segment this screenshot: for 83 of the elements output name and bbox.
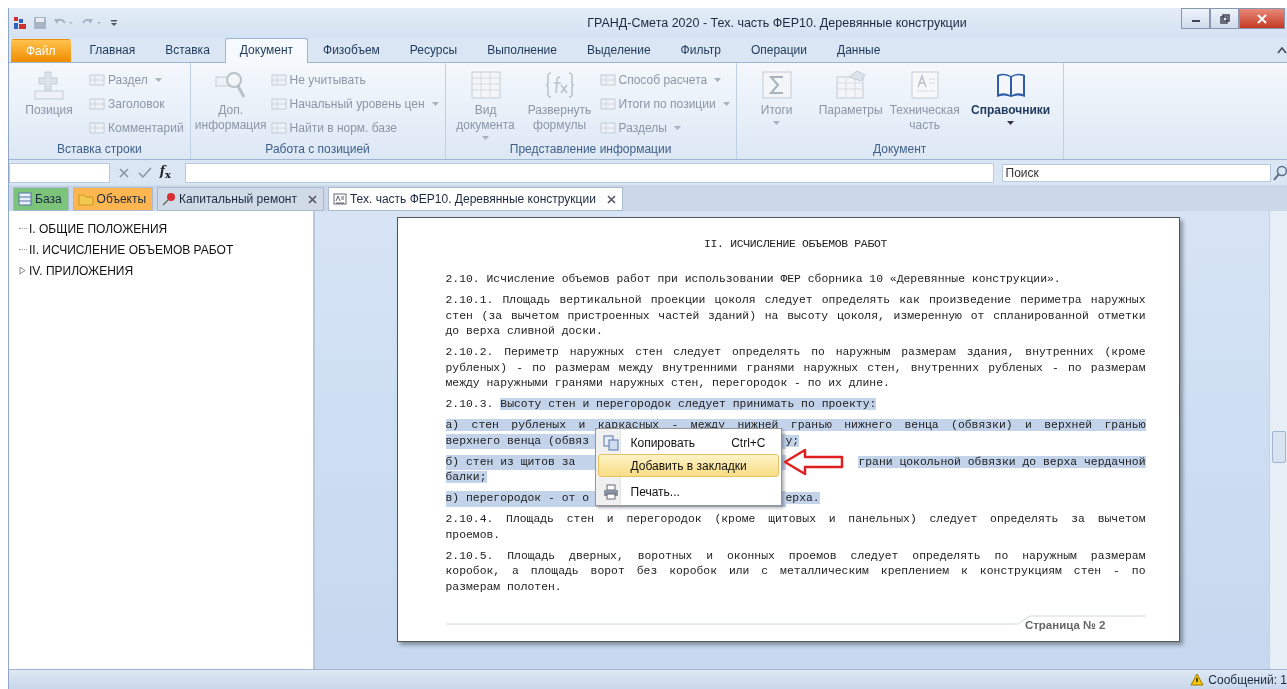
close-icon[interactable] bbox=[606, 194, 616, 204]
grid-icon bbox=[270, 97, 287, 111]
group-label: Работа с позицией bbox=[264, 142, 371, 158]
plus-icon bbox=[33, 69, 65, 101]
text-line: коробок, а площадь ворот без коробок или с металлическим креплением к конструкциям стен - по bbox=[445, 564, 1146, 579]
tree-item[interactable]: IV. ПРИЛОЖЕНИЯ bbox=[29, 263, 134, 278]
grid-icon bbox=[270, 73, 287, 87]
ribbon-tab[interactable]: Операции bbox=[735, 38, 823, 62]
text-line: стен (за вычетом пристроенных частей зданий) на высоту цоколя, измеренную от спланированной отметки bbox=[445, 308, 1146, 324]
customize-icon[interactable] bbox=[109, 18, 119, 28]
close-icon[interactable] bbox=[307, 194, 317, 204]
cancel-icon[interactable] bbox=[118, 166, 130, 179]
text-line: 2.10.3. Высоту стен и перегородок следует принимать по проекту: bbox=[445, 397, 878, 412]
text-line: между наружными гранями наружных стен, перегородок - по их длине. bbox=[445, 376, 891, 391]
search-icon[interactable] bbox=[1273, 164, 1287, 181]
menu-item[interactable]: Добавить в закладки bbox=[597, 454, 779, 477]
ribbon-tab[interactable]: Ресурсы bbox=[394, 38, 473, 62]
group-label: Вставка строки bbox=[55, 142, 143, 158]
ribbon-tab[interactable]: Вставка bbox=[150, 38, 225, 62]
pin-icon bbox=[162, 192, 177, 206]
copy-icon bbox=[602, 434, 619, 451]
grid-icon bbox=[89, 73, 105, 87]
document-icon bbox=[908, 69, 941, 101]
grid-icon bbox=[599, 97, 616, 111]
database-icon bbox=[18, 192, 32, 206]
grid-icon bbox=[270, 121, 287, 135]
text-line: проемов. bbox=[445, 527, 502, 543]
document-icon bbox=[332, 193, 347, 205]
text-line: размерам полотен. bbox=[445, 579, 563, 595]
status-messages: Сообщений: 1 bbox=[1208, 672, 1287, 687]
arrow-drawing bbox=[782, 447, 845, 477]
tree-item[interactable]: II. ИСЧИСЛЕНИЕ ОБЪЕМОВ РАБОТ bbox=[29, 242, 234, 257]
text-line: 2.10.2. Периметр наружных стен следует определять по наружным размерам здания, внутренних (кроме bbox=[445, 345, 1146, 360]
restore-icon bbox=[1219, 13, 1230, 24]
grid-icon bbox=[89, 97, 105, 111]
ribbon-tab[interactable]: Выделение bbox=[572, 38, 666, 62]
group-label: Представление информации bbox=[508, 142, 673, 158]
ribbon-tab[interactable]: Выполнение bbox=[472, 38, 572, 62]
page-number: Страница № 2 bbox=[1024, 619, 1106, 631]
close-icon bbox=[1257, 13, 1267, 24]
document-tab[interactable]: База bbox=[13, 187, 69, 211]
function-button[interactable]: f$_{x}$ bbox=[159, 164, 171, 181]
app-grid-icon bbox=[13, 16, 27, 30]
text-line: до верха сливной доски. bbox=[445, 324, 604, 339]
text-line: 2.10. Исчисление объемов работ при использовании ФЕР сборника 10 «Деревянные конструкции». bbox=[445, 272, 1062, 287]
text-line: рубленых) - по размерам между внутренними гранями наружных стен, внутренних рубленых - по размерам bbox=[445, 360, 1146, 376]
formula-field[interactable] bbox=[185, 162, 994, 183]
text-line: 2.10.1. Площадь вертикальной проекции цоколя следует определять как произведение периметра наружных bbox=[445, 293, 1146, 308]
document-tab[interactable]: Капитальный ремонт bbox=[157, 187, 324, 211]
minimize-button[interactable] bbox=[1181, 8, 1210, 29]
table-icon bbox=[469, 69, 502, 101]
check-icon[interactable] bbox=[137, 166, 152, 179]
ribbon-tab[interactable]: Физобъем bbox=[308, 38, 395, 62]
cell-reference-field[interactable] bbox=[9, 162, 111, 183]
restore-button[interactable] bbox=[1210, 8, 1239, 29]
expand-icon[interactable] bbox=[19, 266, 27, 275]
ribbon-button[interactable]: Справочники bbox=[964, 67, 1057, 142]
warning-icon bbox=[1190, 673, 1205, 686]
ribbon-tab[interactable]: Документ bbox=[224, 38, 309, 63]
text-line: 2.10.4. Площадь стен и перегородок (кроме щитовых и панельных) следует определять за вычетом bbox=[445, 512, 1146, 527]
save-icon[interactable] bbox=[33, 16, 47, 30]
folder-icon bbox=[77, 192, 94, 206]
ribbon-tab[interactable]: Фильтр bbox=[665, 38, 736, 62]
printer-icon bbox=[602, 483, 619, 500]
window-title: ГРАНД-Смета 2020 - Тех. часть ФЕР10. Деревянные конструкции bbox=[586, 16, 968, 30]
sigma-icon bbox=[760, 69, 793, 101]
scrollbar-thumb[interactable] bbox=[1272, 431, 1286, 463]
group-label: Документ bbox=[872, 142, 928, 158]
ribbon-tab[interactable]: Главная bbox=[74, 38, 151, 62]
ribbon-tab[interactable]: Данные bbox=[822, 38, 896, 62]
formula-icon bbox=[543, 69, 576, 101]
text-line: 2.10.5. Площадь дверных, воротных и оконных проемов следует определять по наружным размерам bbox=[445, 548, 1146, 564]
search-field[interactable]: Поиск bbox=[1001, 163, 1272, 182]
tree-item[interactable]: I. ОБЩИЕ ПОЛОЖЕНИЯ bbox=[29, 221, 168, 236]
grid-icon bbox=[834, 69, 867, 101]
grid-icon bbox=[599, 121, 616, 135]
grid-icon bbox=[599, 73, 616, 87]
document-tab[interactable]: Объекты bbox=[72, 187, 154, 211]
close-button[interactable] bbox=[1239, 8, 1285, 29]
grid-icon bbox=[89, 121, 105, 135]
section-heading: II. ИСЧИСЛЕНИЕ ОБЪЕМОВ РАБОТ bbox=[703, 238, 888, 250]
document-tab[interactable]: Тех. часть ФЕР10. Деревянные конструкции bbox=[327, 187, 623, 211]
collapse-ribbon-icon[interactable] bbox=[1277, 46, 1287, 54]
